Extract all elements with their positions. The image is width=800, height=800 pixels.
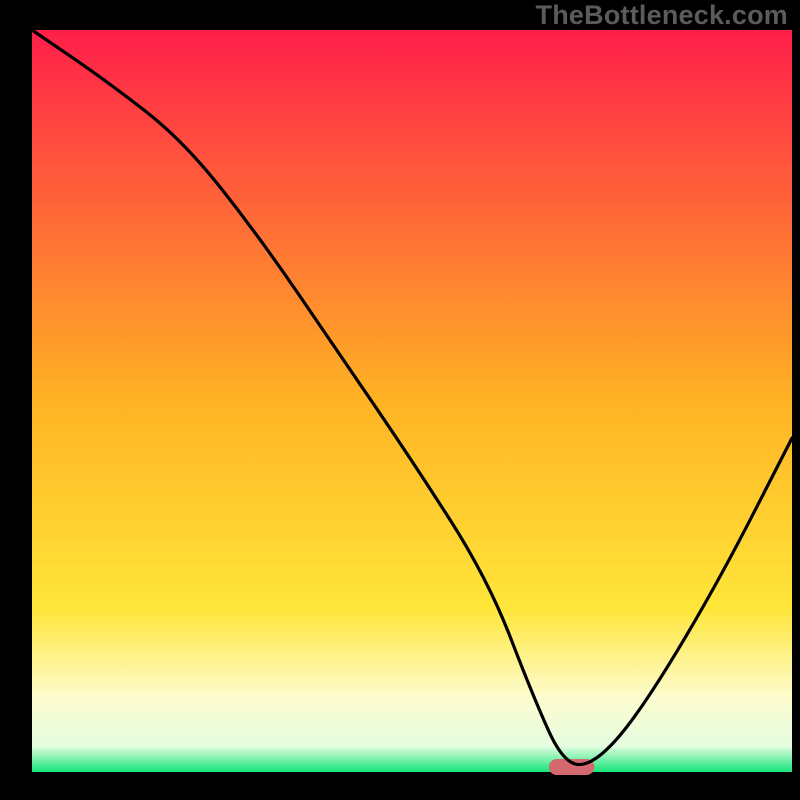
chart-frame: TheBottleneck.com (0, 0, 800, 800)
plot-background (32, 30, 792, 772)
bottleneck-chart (0, 0, 800, 800)
watermark-text: TheBottleneck.com (536, 0, 788, 31)
